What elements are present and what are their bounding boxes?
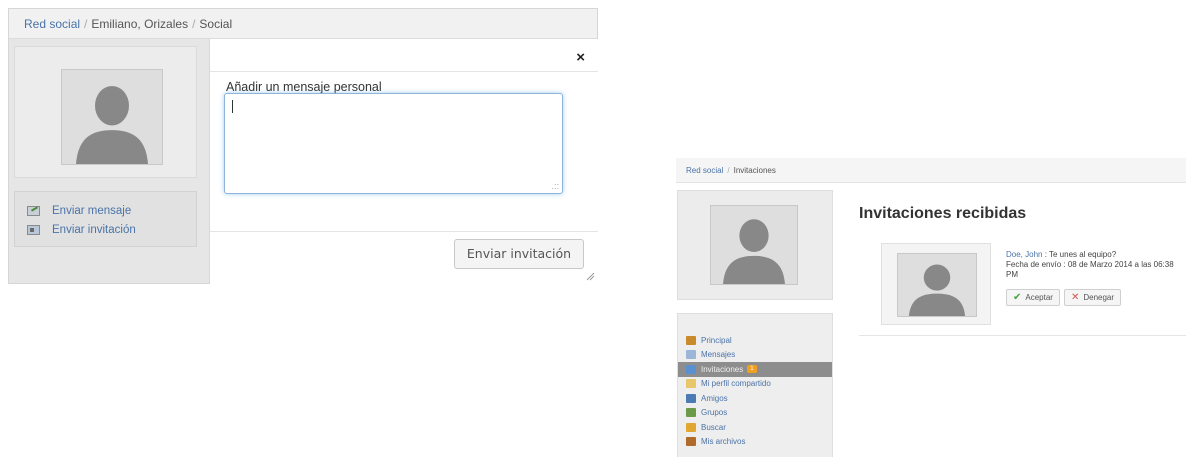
sidebar-item-grupos[interactable]: Grupos <box>678 406 832 421</box>
sidebar-item-label: Grupos <box>701 408 728 418</box>
sidebar-item-label: Mensajes <box>701 350 736 360</box>
content-divider <box>859 335 1186 336</box>
user-icon <box>686 393 696 403</box>
accept-invitation-button[interactable]: ✔ Aceptar <box>1006 289 1060 306</box>
deny-invitation-button[interactable]: ✕ Denegar <box>1063 289 1122 306</box>
avatar <box>710 205 798 285</box>
sidebar-item-invitaciones[interactable]: Invitaciones 1 <box>678 362 832 377</box>
modal-divider <box>210 231 598 232</box>
invitations-icon <box>686 364 696 374</box>
invitation-summary: Doe, John : Te unes al equipo? <box>1006 250 1186 260</box>
invitation-sender-avatar-box <box>881 243 991 325</box>
personal-message-textarea[interactable] <box>224 93 563 194</box>
profile-actions: Enviar mensaje Enviar invitación <box>14 191 197 247</box>
resize-handle-icon[interactable] <box>585 271 595 281</box>
page-title: Invitaciones recibidas <box>859 205 1027 222</box>
user-silhouette-icon <box>711 206 797 284</box>
sidebar-item-label: Invitaciones <box>701 364 744 374</box>
invitations-count-badge: 1 <box>747 365 757 374</box>
envelope-icon <box>686 350 696 360</box>
sidebar-item-mis-archivos[interactable]: Mis archivos <box>678 435 832 450</box>
invitation-sender-link[interactable]: Doe, John <box>1006 250 1042 259</box>
folder-icon <box>686 379 696 389</box>
group-icon <box>686 408 696 418</box>
invitation-modal: × Añadir un mensaje personal .:: Enviar … <box>209 39 598 284</box>
sidebar-item-buscar[interactable]: Buscar <box>678 420 832 435</box>
close-icon[interactable]: × <box>576 49 585 66</box>
avatar <box>897 253 977 317</box>
sidebar-item-label: Amigos <box>701 393 728 403</box>
sidebar-nav: Principal Mensajes Invitaciones 1 Mi per… <box>677 313 833 457</box>
breadcrumb-link-social-network[interactable]: Red social <box>686 166 723 175</box>
invitation-message: : Te unes al equipo? <box>1042 250 1117 259</box>
send-invitation-label: Enviar invitación <box>52 223 136 236</box>
sidebar-item-mensajes[interactable]: Mensajes <box>678 348 832 363</box>
profile-avatar-box <box>677 190 833 300</box>
search-icon <box>686 422 696 432</box>
breadcrumb-user[interactable]: Emiliano, Orizales <box>91 17 188 31</box>
send-invitation-link[interactable]: Enviar invitación <box>15 220 196 239</box>
checkmark-icon: ✔ <box>1013 292 1022 303</box>
user-silhouette-icon <box>898 254 976 316</box>
breadcrumb-separator: / <box>192 17 196 31</box>
invitation-card-icon <box>27 224 40 235</box>
modal-divider <box>210 71 598 72</box>
sidebar-item-amigos[interactable]: Amigos <box>678 391 832 406</box>
profile-avatar-box <box>14 46 197 178</box>
breadcrumb: Red social / Emiliano, Orizales / Social <box>9 9 597 39</box>
cross-icon: ✕ <box>1070 292 1080 303</box>
sidebar-item-label: Mi perfil compartido <box>701 379 771 389</box>
deny-label: Denegar <box>1083 293 1115 302</box>
invitations-page: Red social / Invitaciones Principal Mensaj… <box>676 158 1186 457</box>
breadcrumb: Red social / Invitaciones <box>676 158 1186 183</box>
breadcrumb-current: Social <box>199 17 233 31</box>
briefcase-icon <box>686 437 696 447</box>
invitation-date: Fecha de envío : 08 de Marzo 2014 a las … <box>1006 260 1174 279</box>
sidebar-item-principal[interactable]: Principal <box>678 333 832 348</box>
home-icon <box>686 335 696 345</box>
send-message-link[interactable]: Enviar mensaje <box>15 201 196 220</box>
send-message-label: Enviar mensaje <box>52 204 132 217</box>
breadcrumb-current: Invitaciones <box>733 166 776 175</box>
breadcrumb-link-social-network[interactable]: Red social <box>24 17 80 31</box>
invitation-actions: ✔ Aceptar ✕ Denegar <box>1006 289 1122 306</box>
sidebar-item-mi-perfil-compartido[interactable]: Mi perfil compartido <box>678 377 832 392</box>
message-icon <box>27 205 40 216</box>
breadcrumb-separator: / <box>84 17 88 31</box>
avatar <box>61 69 163 165</box>
sidebar-item-label: Mis archivos <box>701 437 746 447</box>
invitation-details: Doe, John : Te unes al equipo? Fecha de … <box>1006 250 1186 280</box>
sidebar-item-label: Principal <box>701 335 732 345</box>
user-silhouette-icon <box>62 70 162 164</box>
sidebar-item-label: Buscar <box>701 422 726 432</box>
send-invitation-button[interactable]: Enviar invitación <box>454 239 584 269</box>
accept-label: Aceptar <box>1025 293 1053 302</box>
breadcrumb-separator: / <box>727 166 730 175</box>
personal-message-label: Añadir un mensaje personal <box>226 80 382 94</box>
social-profile-window: Red social / Emiliano, Orizales / Social Env… <box>8 8 598 284</box>
